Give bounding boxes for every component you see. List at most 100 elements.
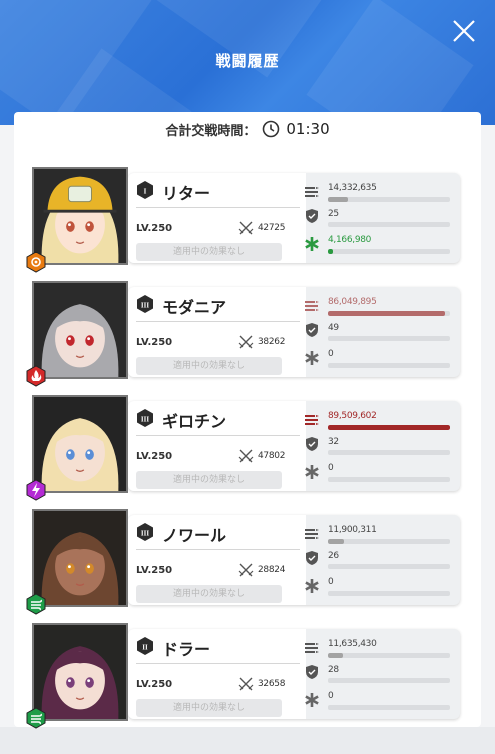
healing-bar: [328, 705, 450, 710]
element-fire-icon: [26, 365, 46, 387]
divider: [136, 207, 300, 208]
character-level: LV.250: [136, 451, 173, 462]
burst-type-icon: III: [137, 409, 153, 427]
damage-dealt-bar: [328, 653, 450, 658]
battle-time-value: 01:30: [286, 120, 330, 138]
element-electric-icon: [26, 479, 46, 501]
damage-taken-bar: [328, 222, 450, 227]
burst-type-label: I: [144, 188, 147, 196]
damage-dealt-icon: [305, 415, 319, 425]
damage-taken-shield-icon: [306, 437, 318, 451]
damage-dealt-icon: [305, 187, 319, 197]
damage-dealt-icon: [305, 529, 319, 539]
page-title: 戦闘履歴: [215, 52, 280, 70]
battle-time-label: 合計交戦時間：: [165, 123, 257, 139]
crossed-swords-icon: [238, 677, 254, 691]
damage-dealt-icon: [305, 643, 319, 653]
character-name: ギロチン: [162, 412, 227, 431]
active-effects-button[interactable]: 適用中の効果なし: [136, 585, 282, 603]
element-wind-icon: [26, 593, 46, 615]
clock-icon: [263, 120, 280, 138]
healing-bar: [328, 591, 450, 596]
combat-power: 28824: [258, 565, 286, 575]
element-iron-icon: [26, 251, 46, 273]
character-card[interactable]: I リター LV.250 42725 適用中の効果なし 14,332,635 2…: [26, 167, 460, 273]
burst-type-icon: III: [137, 523, 153, 541]
character-card[interactable]: III ノワール LV.250 28824 適用中の効果なし 11,900,31…: [26, 509, 460, 615]
damage-dealt-value: 14,332,635: [328, 183, 377, 193]
damage-dealt-bar: [328, 197, 450, 202]
crossed-swords-icon: [238, 563, 254, 577]
close-icon[interactable]: [451, 18, 477, 44]
healing-icon: [305, 237, 319, 251]
damage-taken-value: 28: [328, 665, 339, 675]
active-effects-button[interactable]: 適用中の効果なし: [136, 243, 282, 261]
character-name: ノワール: [162, 526, 227, 545]
damage-taken-shield-icon: [306, 323, 318, 337]
crossed-swords-icon: [238, 335, 254, 349]
healing-bar: [328, 363, 450, 368]
active-effects-button[interactable]: 適用中の効果なし: [136, 471, 282, 489]
healing-fill: [328, 249, 333, 254]
damage-taken-shield-icon: [306, 665, 318, 679]
damage-dealt-bar: [328, 539, 450, 544]
divider: [136, 663, 300, 664]
element-wind-icon: [26, 707, 46, 729]
combat-power: 32658: [258, 679, 286, 689]
healing-value: 4,166,980: [328, 235, 372, 245]
healing-value: 0: [328, 691, 334, 701]
crossed-swords-icon: [238, 449, 254, 463]
active-effects-button[interactable]: 適用中の効果なし: [136, 357, 282, 375]
character-portrait: [32, 167, 128, 265]
damage-taken-value: 26: [328, 551, 339, 561]
burst-type-icon: II: [137, 637, 153, 655]
character-level: LV.250: [136, 223, 173, 234]
character-level: LV.250: [136, 679, 173, 690]
damage-dealt-bar: [328, 425, 450, 430]
character-card[interactable]: III モダニア LV.250 38262 適用中の効果なし 86,049,89…: [26, 281, 460, 387]
healing-icon: [305, 579, 319, 593]
damage-taken-shield-icon: [306, 209, 318, 223]
damage-dealt-value: 11,635,430: [328, 639, 377, 649]
crossed-swords-icon: [238, 221, 254, 235]
total-battle-time: 合計交戦時間： 01:30: [0, 118, 495, 140]
active-effects-button[interactable]: 適用中の効果なし: [136, 699, 282, 717]
healing-value: 0: [328, 463, 334, 473]
character-portrait: [32, 623, 128, 721]
bottom-strip: [0, 727, 495, 754]
damage-taken-shield-icon: [306, 551, 318, 565]
character-name: モダニア: [162, 298, 227, 317]
burst-type-icon: I: [137, 181, 153, 199]
character-level: LV.250: [136, 337, 173, 348]
divider: [136, 321, 300, 322]
damage-taken-value: 25: [328, 209, 339, 219]
damage-taken-bar: [328, 450, 450, 455]
damage-dealt-value: 86,049,895: [328, 297, 377, 307]
divider: [136, 549, 300, 550]
damage-dealt-icon: [305, 301, 319, 311]
healing-bar: [328, 477, 450, 482]
healing-icon: [305, 693, 319, 707]
damage-taken-value: 49: [328, 323, 339, 333]
character-name: ドラー: [162, 640, 211, 659]
combat-power: 38262: [258, 337, 286, 347]
damage-taken-bar: [328, 336, 450, 341]
damage-dealt-fill: [328, 539, 344, 544]
combat-power: 42725: [258, 223, 286, 233]
damage-dealt-fill: [328, 425, 450, 430]
character-card[interactable]: II ドラー LV.250 32658 適用中の効果なし 11,635,430 …: [26, 623, 460, 729]
combat-power: 47802: [258, 451, 286, 461]
burst-type-icon: III: [137, 295, 153, 313]
healing-bar: [328, 249, 450, 254]
burst-type-label: II: [142, 644, 148, 652]
burst-type-label: III: [141, 530, 149, 538]
damage-taken-value: 32: [328, 437, 339, 447]
burst-type-label: III: [141, 416, 149, 424]
damage-dealt-fill: [328, 311, 446, 316]
damage-dealt-fill: [328, 197, 348, 202]
character-card[interactable]: III ギロチン LV.250 47802 適用中の効果なし 89,509,60…: [26, 395, 460, 501]
character-name: リター: [162, 184, 211, 203]
divider: [136, 435, 300, 436]
healing-value: 0: [328, 349, 334, 359]
damage-dealt-fill: [328, 653, 343, 658]
